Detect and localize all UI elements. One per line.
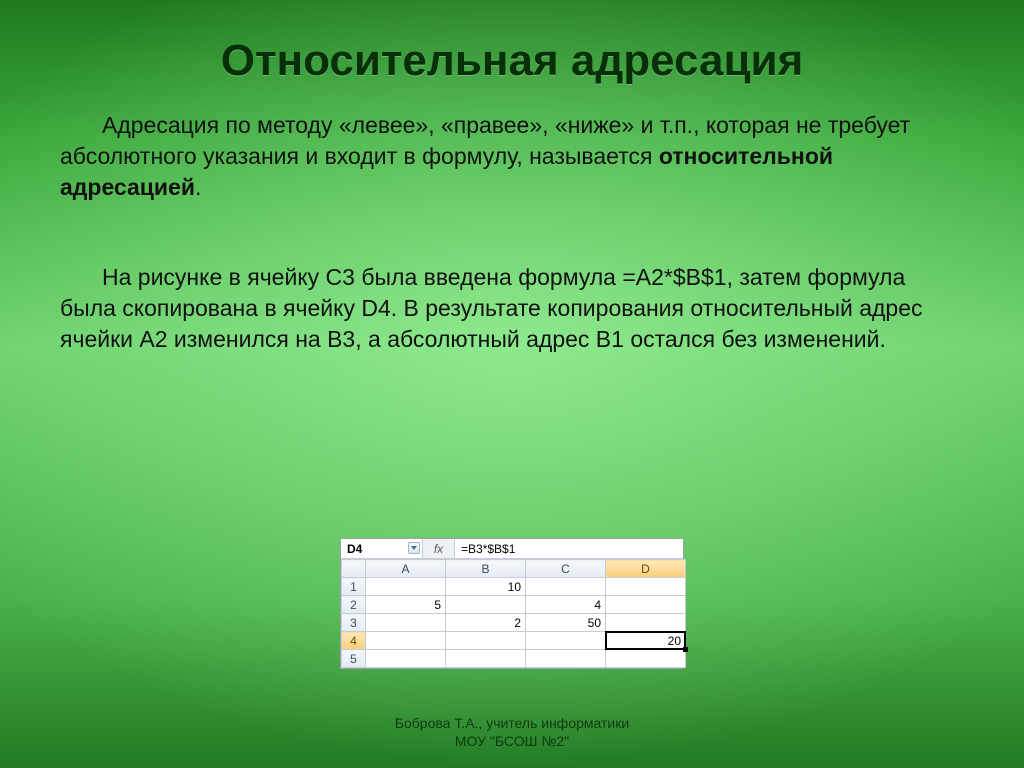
col-header-b: B	[446, 560, 526, 578]
cell-b5	[446, 650, 526, 668]
column-header-row: A B C D	[342, 560, 686, 578]
table-row: 1 10	[342, 578, 686, 596]
row-header-2: 2	[342, 596, 366, 614]
paragraph-2: На рисунке в ячейку С3 была введена форм…	[60, 262, 964, 355]
cell-a3	[366, 614, 446, 632]
table-row: 2 5 4	[342, 596, 686, 614]
footer-line-1: Боброва Т.А., учитель информатики	[0, 714, 1024, 732]
cell-b4	[446, 632, 526, 650]
cell-c1	[526, 578, 606, 596]
cell-b3: 2	[446, 614, 526, 632]
row-header-4: 4	[342, 632, 366, 650]
col-header-c: C	[526, 560, 606, 578]
table-row: 4 20	[342, 632, 686, 650]
formula-bar: D4 fx =B3*$B$1	[341, 539, 683, 559]
cell-d5	[606, 650, 686, 668]
cell-c2: 4	[526, 596, 606, 614]
cell-a5	[366, 650, 446, 668]
name-box: D4	[341, 539, 423, 558]
row-header-5: 5	[342, 650, 366, 668]
spreadsheet-example: D4 fx =B3*$B$1 A B C D 1 10 2 5 4 3	[340, 538, 684, 669]
formula-input: =B3*$B$1	[455, 539, 683, 558]
slide-title: Относительная адресация	[0, 36, 1024, 86]
fx-icon: fx	[423, 539, 455, 558]
cell-d4: 20	[606, 632, 686, 650]
row-header-1: 1	[342, 578, 366, 596]
corner-cell	[342, 560, 366, 578]
dropdown-icon	[408, 542, 420, 554]
paragraph-1: Адресация по методу «левее», «правее», «…	[60, 110, 964, 203]
cell-d2	[606, 596, 686, 614]
col-header-a: A	[366, 560, 446, 578]
table-row: 5	[342, 650, 686, 668]
cell-a2: 5	[366, 596, 446, 614]
cell-c5	[526, 650, 606, 668]
row-header-3: 3	[342, 614, 366, 632]
cell-a4	[366, 632, 446, 650]
cell-b1: 10	[446, 578, 526, 596]
name-box-value: D4	[347, 542, 362, 556]
cell-d3	[606, 614, 686, 632]
col-header-d: D	[606, 560, 686, 578]
footer-line-2: МОУ "БСОШ №2"	[0, 732, 1024, 750]
cell-b2	[446, 596, 526, 614]
cell-c4	[526, 632, 606, 650]
cell-d1	[606, 578, 686, 596]
cell-c3: 50	[526, 614, 606, 632]
table-row: 3 2 50	[342, 614, 686, 632]
para2-text: На рисунке в ячейку С3 была введена форм…	[60, 264, 923, 352]
footer-credit: Боброва Т.А., учитель информатики МОУ "Б…	[0, 714, 1024, 750]
grid-table: A B C D 1 10 2 5 4 3 2 50 4	[341, 559, 686, 668]
cell-a1	[366, 578, 446, 596]
para1-text-2: .	[195, 174, 201, 200]
